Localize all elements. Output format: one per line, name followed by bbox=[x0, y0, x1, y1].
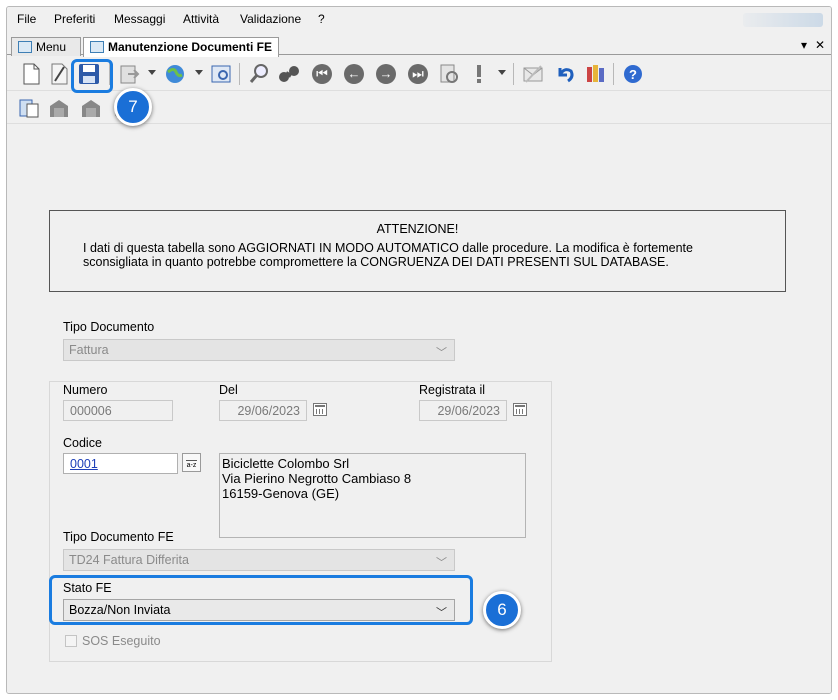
globe-icon bbox=[166, 65, 184, 83]
app-window: File Preferiti Messaggi Attività Validaz… bbox=[6, 6, 832, 694]
sos-label: SOS Eseguito bbox=[82, 634, 161, 648]
edit-icon bbox=[51, 63, 68, 85]
globe-button[interactable] bbox=[163, 62, 187, 86]
calendar-icon bbox=[513, 403, 527, 416]
previous-record-button[interactable]: ← bbox=[342, 62, 366, 86]
tab-manutenzione-label: Manutenzione Documenti FE bbox=[108, 40, 273, 54]
search-button[interactable] bbox=[247, 62, 271, 86]
tipo-documento-fe-label: Tipo Documento FE bbox=[63, 530, 174, 544]
last-icon: ⏭ bbox=[408, 64, 428, 84]
tipo-documento-fe-value: TD24 Fattura Differita bbox=[69, 553, 189, 567]
svg-text:?: ? bbox=[629, 67, 637, 82]
numero-field: 000006 bbox=[63, 400, 173, 421]
help-button[interactable]: ? bbox=[621, 62, 645, 86]
chevron-down-icon: ﹀ bbox=[436, 347, 447, 359]
lookup-icon[interactable]: a-z bbox=[182, 453, 201, 472]
tipo-documento-select: Fattura ﹀ bbox=[63, 339, 455, 361]
numero-label: Numero bbox=[63, 383, 108, 397]
save-highlight bbox=[71, 59, 113, 93]
archive-icon bbox=[50, 100, 68, 117]
undo-button[interactable] bbox=[553, 62, 577, 86]
next-icon: → bbox=[376, 64, 396, 84]
tipo-documento-label: Tipo Documento bbox=[63, 320, 155, 334]
menu-tab-icon bbox=[18, 41, 32, 53]
stato-highlight bbox=[49, 575, 473, 625]
export-icon bbox=[120, 65, 140, 84]
settings-button[interactable] bbox=[209, 62, 233, 86]
menu-file[interactable]: File bbox=[17, 12, 36, 26]
first-icon: ⏮ bbox=[312, 64, 332, 84]
refresh-button[interactable] bbox=[437, 62, 461, 86]
archive-send-icon bbox=[82, 100, 100, 117]
tab-bar: Menu Manutenzione Documenti FE bbox=[7, 35, 831, 57]
globe-dropdown-arrow[interactable] bbox=[195, 70, 203, 75]
search-icon bbox=[249, 64, 268, 83]
alert-icon bbox=[477, 65, 481, 83]
menu-help[interactable]: ? bbox=[318, 12, 325, 26]
alert-button[interactable] bbox=[467, 62, 491, 86]
tools-button[interactable] bbox=[583, 62, 607, 86]
toolbar-separator bbox=[513, 63, 514, 85]
main-toolbar: ⏮ ← → ⏭ ? bbox=[7, 57, 831, 91]
warning-notice: ATTENZIONE! I dati di questa tabella son… bbox=[49, 210, 786, 292]
registrata-date-field: 29/06/2023 bbox=[419, 400, 507, 421]
tab-manutenzione[interactable]: Manutenzione Documenti FE bbox=[83, 37, 279, 57]
tipo-documento-value: Fattura bbox=[69, 343, 109, 357]
alert-dropdown-arrow[interactable] bbox=[498, 70, 506, 75]
mail-icon bbox=[523, 65, 543, 83]
callout-save: 7 bbox=[114, 88, 152, 126]
tab-menu[interactable]: Menu bbox=[11, 37, 81, 56]
refresh-icon bbox=[440, 64, 458, 83]
undo-icon bbox=[558, 68, 574, 83]
brand-watermark bbox=[743, 13, 823, 27]
chevron-down-icon: ﹀ bbox=[436, 557, 447, 569]
clipboard-icon bbox=[19, 99, 39, 118]
del-label: Del bbox=[219, 383, 238, 397]
menu-messaggi[interactable]: Messaggi bbox=[114, 12, 165, 26]
menu-bar: File Preferiti Messaggi Attività Validaz… bbox=[7, 7, 831, 33]
notice-body: I dati di questa tabella sono AGGIORNATI… bbox=[83, 241, 693, 269]
tab-list-dropdown[interactable]: ▾ bbox=[801, 38, 807, 52]
toolbar-separator bbox=[239, 63, 240, 85]
export-dropdown-arrow[interactable] bbox=[148, 70, 156, 75]
del-date-field: 29/06/2023 bbox=[219, 400, 307, 421]
help-icon: ? bbox=[624, 65, 642, 83]
find-button[interactable] bbox=[277, 62, 301, 86]
tab-close-button[interactable]: ✕ bbox=[815, 38, 825, 52]
archive-send-button[interactable] bbox=[79, 96, 103, 120]
sos-checkbox bbox=[65, 635, 77, 647]
codice-field[interactable]: 0001 bbox=[63, 453, 178, 474]
first-record-button[interactable]: ⏮ bbox=[310, 62, 334, 86]
binoculars-icon bbox=[279, 66, 299, 82]
callout-stato: 6 bbox=[483, 591, 521, 629]
clipboard-button[interactable] bbox=[17, 96, 41, 120]
archive-button[interactable] bbox=[47, 96, 71, 120]
menu-validazione[interactable]: Validazione bbox=[240, 12, 301, 26]
registrata-label: Registrata il bbox=[419, 383, 485, 397]
new-document-button[interactable] bbox=[19, 62, 43, 86]
menu-preferiti[interactable]: Preferiti bbox=[54, 12, 95, 26]
mail-button[interactable] bbox=[521, 62, 545, 86]
export-button[interactable] bbox=[117, 62, 141, 86]
menu-attivita[interactable]: Attività bbox=[183, 12, 219, 26]
tab-menu-label: Menu bbox=[36, 40, 67, 54]
notice-title: ATTENZIONE! bbox=[376, 222, 459, 236]
settings-icon bbox=[211, 65, 231, 83]
previous-icon: ← bbox=[344, 64, 364, 84]
document-tab-icon bbox=[90, 41, 104, 53]
last-record-button[interactable]: ⏭ bbox=[406, 62, 430, 86]
toolbar-separator bbox=[613, 63, 614, 85]
codice-label: Codice bbox=[63, 436, 102, 450]
edit-button[interactable] bbox=[47, 62, 71, 86]
lookup-icon-text: a-z bbox=[186, 462, 197, 469]
next-record-button[interactable]: → bbox=[374, 62, 398, 86]
address-box: Biciclette Colombo Srl Via Pierino Negro… bbox=[219, 453, 526, 538]
tipo-documento-fe-select: TD24 Fattura Differita ﹀ bbox=[63, 549, 455, 571]
tools-icon bbox=[587, 65, 604, 82]
new-icon bbox=[23, 63, 40, 85]
calendar-icon bbox=[313, 403, 327, 416]
